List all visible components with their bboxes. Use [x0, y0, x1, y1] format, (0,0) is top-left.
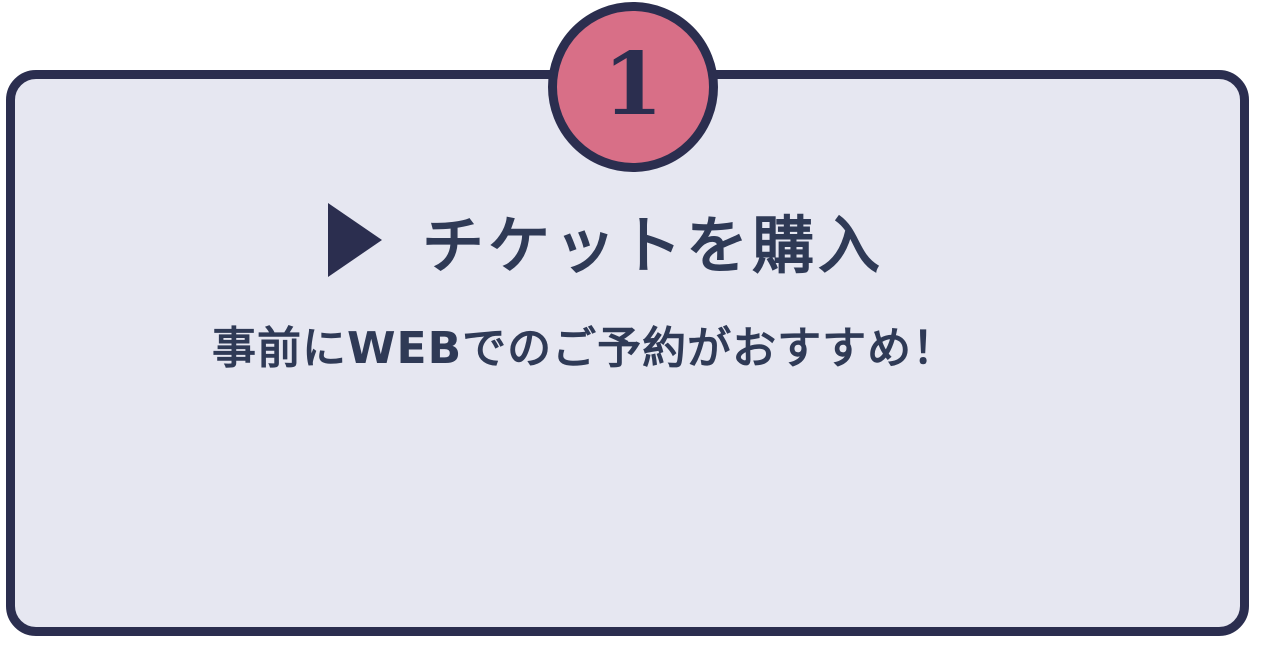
step-card-container: 1 チケットを購入 事前にWEBでのご予約がおすすめ！: [0, 0, 1266, 650]
step-number: 1: [603, 34, 663, 135]
step-number-badge: 1: [548, 2, 718, 172]
step-heading: チケットを購入: [322, 190, 884, 290]
step-description: 事前にWEBでのご予約がおすすめ！: [212, 323, 958, 374]
play-triangle-icon: [322, 203, 382, 277]
step-title: チケットを購入: [422, 209, 885, 282]
